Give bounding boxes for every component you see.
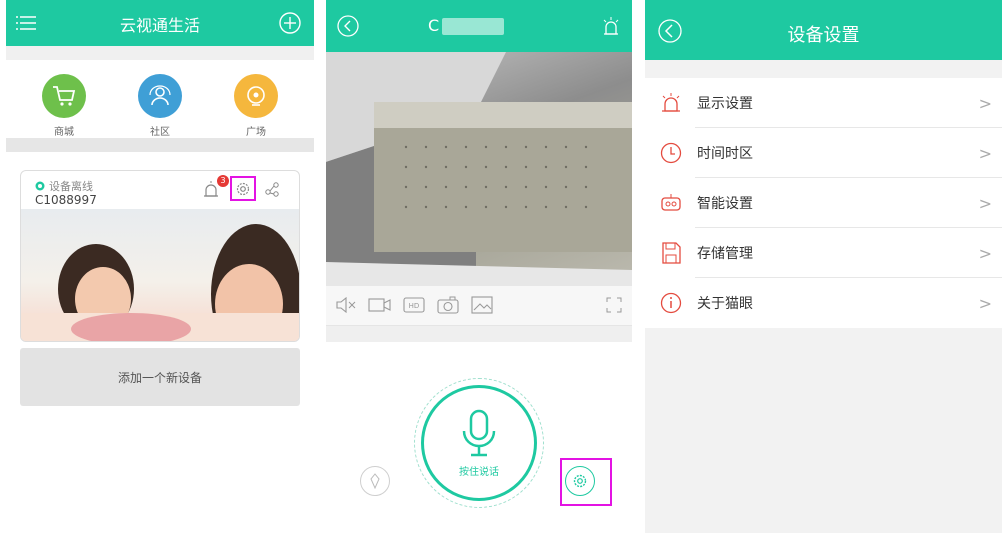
fullscreen-icon[interactable]: [602, 295, 626, 315]
chevron-right-icon: >: [978, 193, 992, 213]
cart-icon: [42, 74, 86, 118]
gallery-image-icon[interactable]: [470, 295, 494, 315]
settings-screen: 设备设置 显示设置 > 时间时区 > 智能设置 > 存储管理 > 关于猫眼 >: [645, 0, 1002, 533]
category-community[interactable]: 社区: [115, 60, 205, 138]
chevron-right-icon: >: [978, 293, 992, 313]
save-icon: [659, 241, 683, 265]
talk-label: 按住说话: [459, 466, 499, 478]
home-header: 云视通生活: [6, 0, 314, 46]
microphone-icon: [462, 409, 496, 456]
menu-item-about[interactable]: 关于猫眼 >: [645, 278, 1002, 328]
gear-highlight-box: [230, 176, 256, 201]
ptz-control-icon[interactable]: [360, 466, 390, 496]
record-video-icon[interactable]: [368, 295, 392, 315]
settings-title: 设备设置: [787, 25, 860, 46]
mute-icon[interactable]: [334, 295, 358, 315]
menu-item-label: 显示设置: [697, 96, 753, 112]
menu-item-label: 关于猫眼: [697, 296, 753, 312]
device-id: C1088997: [35, 193, 97, 207]
back-icon[interactable]: [336, 14, 360, 38]
alarm-count-badge: 3: [217, 175, 229, 187]
category-row: 商城 社区 广场: [6, 60, 314, 138]
chevron-right-icon: >: [978, 243, 992, 263]
device-list: 设备离线 C1088997 3 添加一个新设备: [6, 152, 314, 533]
plaza-icon: [234, 74, 278, 118]
menu-item-label: 智能设置: [697, 196, 753, 212]
snapshot-camera-icon[interactable]: [436, 295, 460, 315]
home-screen: 云视通生活 商城 社区 广场 设备离线 C1088997 3 添加一个新设备: [6, 0, 314, 533]
alarm-light-icon: [659, 91, 683, 115]
player-toolbar: HD: [326, 286, 632, 326]
info-icon: [659, 291, 683, 315]
category-label: 社区: [150, 127, 170, 138]
settings-menu: 显示设置 > 时间时区 > 智能设置 > 存储管理 > 关于猫眼 >: [645, 78, 1002, 328]
player-header: C: [326, 0, 632, 52]
category-label: 广场: [246, 127, 266, 138]
section-divider: [326, 326, 632, 342]
share-icon[interactable]: [263, 180, 281, 198]
menu-item-label: 时间时区: [697, 146, 753, 162]
chevron-right-icon: >: [978, 93, 992, 113]
menu-item-smart[interactable]: 智能设置 >: [645, 178, 1002, 228]
gear-highlight-box: [560, 458, 612, 506]
menu-item-display[interactable]: 显示设置 >: [645, 78, 1002, 128]
category-mall[interactable]: 商城: [19, 60, 109, 138]
alarm-icon[interactable]: [600, 14, 622, 38]
settings-header: 设备设置: [645, 0, 1002, 60]
device-preview-image: [21, 209, 299, 341]
add-device-button[interactable]: 添加一个新设备: [20, 348, 300, 406]
section-divider: [6, 138, 314, 152]
menu-item-time[interactable]: 时间时区 >: [645, 128, 1002, 178]
talk-button-ring: 按住说话: [421, 385, 537, 501]
player-screen: C HD 按住说话: [326, 0, 632, 533]
category-plaza[interactable]: 广场: [211, 60, 301, 138]
camera-status-icon: [35, 181, 45, 191]
community-icon: [138, 74, 182, 118]
category-label: 商城: [54, 127, 74, 138]
menu-item-label: 存储管理: [697, 246, 753, 262]
device-status-label: 设备离线: [49, 180, 93, 193]
redacted-title-block: [442, 18, 504, 35]
device-status: 设备离线: [35, 178, 93, 194]
svg-text:HD: HD: [409, 302, 420, 310]
robot-icon: [659, 191, 683, 215]
chevron-right-icon: >: [978, 143, 992, 163]
clock-icon: [659, 141, 683, 165]
add-circle-icon[interactable]: [278, 11, 302, 35]
camera-video-view[interactable]: [326, 52, 632, 286]
push-to-talk-button[interactable]: 按住说话: [414, 378, 544, 508]
device-card[interactable]: 设备离线 C1088997 3: [20, 170, 300, 342]
menu-item-storage[interactable]: 存储管理 >: [645, 228, 1002, 278]
hd-quality-icon[interactable]: HD: [402, 295, 426, 315]
home-title: 云视通生活: [119, 16, 200, 35]
